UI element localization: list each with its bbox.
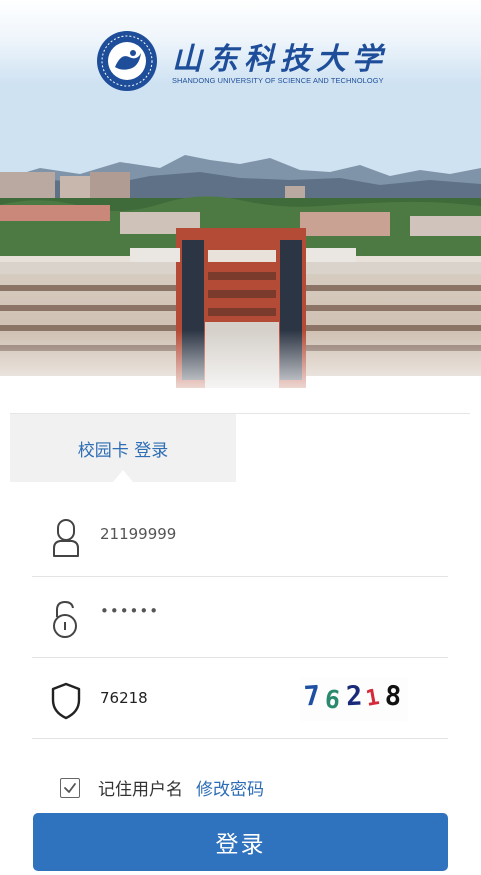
change-password-link[interactable]: 修改密码 xyxy=(196,775,264,800)
username-row xyxy=(32,496,448,577)
login-page: 山东科技大学 SHANDONG UNIVERSITY OF SCIENCE AN… xyxy=(0,0,481,875)
campus-banner: 山东科技大学 SHANDONG UNIVERSITY OF SCIENCE AN… xyxy=(0,0,481,405)
lock-icon xyxy=(53,600,77,638)
username-input[interactable] xyxy=(100,520,300,548)
tab-label: 校园卡 登录 xyxy=(77,441,169,461)
password-row: •••••• xyxy=(32,577,448,658)
university-seal-icon xyxy=(97,31,157,91)
shield-icon xyxy=(51,682,81,720)
university-name-en: SHANDONG UNIVERSITY OF SCIENCE AND TECHN… xyxy=(172,76,384,85)
captcha-image[interactable]: 7 6 2 1 8 xyxy=(300,677,408,721)
remember-label[interactable]: 记住用户名 xyxy=(98,775,183,800)
remember-username: 记住用户名 修改密码 xyxy=(60,772,320,802)
captcha-input[interactable] xyxy=(100,684,300,712)
captcha-char: 1 xyxy=(363,685,382,712)
captcha-char: 8 xyxy=(383,680,403,713)
remember-checkbox[interactable] xyxy=(60,778,80,798)
captcha-char: 7 xyxy=(302,680,322,713)
captcha-char: 6 xyxy=(323,684,342,715)
check-icon xyxy=(64,783,76,793)
university-logo: 山东科技大学 SHANDONG UNIVERSITY OF SCIENCE AN… xyxy=(96,30,396,92)
tab-active-indicator xyxy=(113,470,133,482)
login-button[interactable]: 登录 xyxy=(33,813,448,871)
captcha-row: 7 6 2 1 8 xyxy=(32,658,448,739)
password-input[interactable]: •••••• xyxy=(100,602,300,630)
user-icon xyxy=(53,519,79,557)
captcha-char: 2 xyxy=(345,680,364,713)
university-name-cn: 山东科技大学 xyxy=(172,42,388,77)
